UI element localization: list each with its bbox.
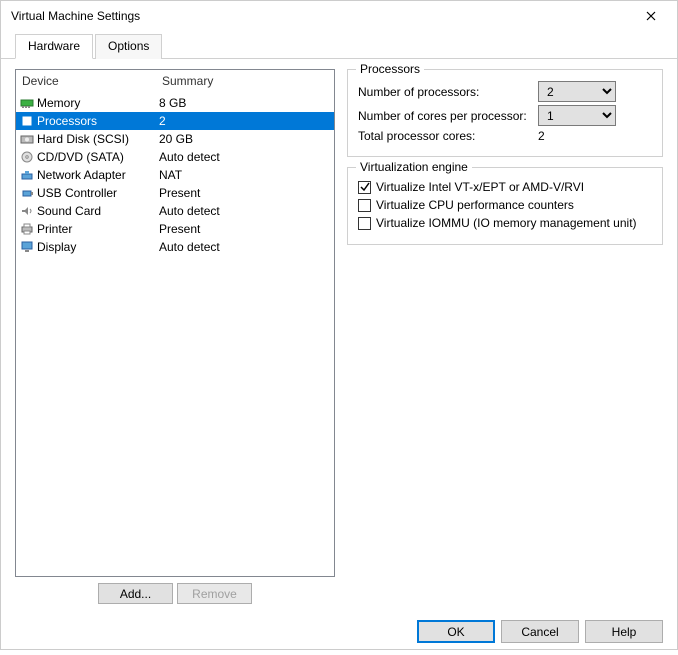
device-summary: Auto detect xyxy=(159,204,331,218)
help-button[interactable]: Help xyxy=(585,620,663,643)
tab-bar: Hardware Options xyxy=(1,33,677,59)
processors-group-title: Processors xyxy=(356,62,424,76)
device-summary: Auto detect xyxy=(159,150,331,164)
device-name: Network Adapter xyxy=(37,168,159,182)
virtualize-vtx-checkbox[interactable] xyxy=(358,181,371,194)
device-row[interactable]: Memory8 GB xyxy=(16,94,334,112)
dialog-footer: OK Cancel Help xyxy=(1,612,677,655)
num-processors-label: Number of processors: xyxy=(358,85,538,99)
device-row[interactable]: CD/DVD (SATA)Auto detect xyxy=(16,148,334,166)
device-buttons: Add... Remove xyxy=(15,583,335,604)
add-button[interactable]: Add... xyxy=(98,583,173,604)
tab-hardware[interactable]: Hardware xyxy=(15,34,93,59)
num-processors-select[interactable]: 2 xyxy=(538,81,616,102)
virtualize-iommu-label: Virtualize IOMMU (IO memory management u… xyxy=(376,216,637,230)
device-name: CD/DVD (SATA) xyxy=(37,150,159,164)
remove-button: Remove xyxy=(177,583,252,604)
content-area: Device Summary Memory8 GBProcessors2Hard… xyxy=(1,59,677,612)
device-name: Hard Disk (SCSI) xyxy=(37,132,159,146)
device-row[interactable]: Sound CardAuto detect xyxy=(16,202,334,220)
window-title: Virtual Machine Settings xyxy=(11,9,140,23)
titlebar: Virtual Machine Settings xyxy=(1,1,677,31)
device-row[interactable]: Hard Disk (SCSI)20 GB xyxy=(16,130,334,148)
net-icon xyxy=(19,168,35,182)
settings-pane: Processors Number of processors: 2 Numbe… xyxy=(347,69,663,604)
total-cores-label: Total processor cores: xyxy=(358,129,538,143)
device-row[interactable]: Network AdapterNAT xyxy=(16,166,334,184)
device-name: Memory xyxy=(37,96,159,110)
summary-column-header: Summary xyxy=(162,74,213,88)
virtualize-perf-label: Virtualize CPU performance counters xyxy=(376,198,574,212)
memory-icon xyxy=(19,96,35,110)
display-icon xyxy=(19,240,35,254)
device-row[interactable]: Processors2 xyxy=(16,112,334,130)
cd-icon xyxy=(19,150,35,164)
device-name: Printer xyxy=(37,222,159,236)
virtualization-group: Virtualization engine Virtualize Intel V… xyxy=(347,167,663,245)
device-summary: Auto detect xyxy=(159,240,331,254)
device-list[interactable]: Device Summary Memory8 GBProcessors2Hard… xyxy=(15,69,335,577)
cores-per-processor-label: Number of cores per processor: xyxy=(358,109,538,123)
cpu-icon xyxy=(19,114,35,128)
device-summary: 20 GB xyxy=(159,132,331,146)
device-row[interactable]: PrinterPresent xyxy=(16,220,334,238)
device-list-header: Device Summary xyxy=(16,70,334,94)
device-summary: 2 xyxy=(159,114,331,128)
virtualize-vtx-label: Virtualize Intel VT-x/EPT or AMD-V/RVI xyxy=(376,180,584,194)
hardware-pane: Device Summary Memory8 GBProcessors2Hard… xyxy=(15,69,335,604)
printer-icon xyxy=(19,222,35,236)
total-cores-value: 2 xyxy=(538,129,545,143)
device-summary: 8 GB xyxy=(159,96,331,110)
processors-group: Processors Number of processors: 2 Numbe… xyxy=(347,69,663,157)
hdd-icon xyxy=(19,132,35,146)
tab-options[interactable]: Options xyxy=(95,34,162,59)
sound-icon xyxy=(19,204,35,218)
virtualize-iommu-checkbox[interactable] xyxy=(358,217,371,230)
device-row[interactable]: USB ControllerPresent xyxy=(16,184,334,202)
device-name: USB Controller xyxy=(37,186,159,200)
virtualization-group-title: Virtualization engine xyxy=(356,160,472,174)
device-name: Display xyxy=(37,240,159,254)
cores-per-processor-select[interactable]: 1 xyxy=(538,105,616,126)
device-summary: Present xyxy=(159,222,331,236)
cancel-button[interactable]: Cancel xyxy=(501,620,579,643)
virtualize-perf-checkbox[interactable] xyxy=(358,199,371,212)
device-name: Sound Card xyxy=(37,204,159,218)
device-row[interactable]: DisplayAuto detect xyxy=(16,238,334,256)
close-button[interactable] xyxy=(628,2,673,30)
device-summary: NAT xyxy=(159,168,331,182)
device-column-header: Device xyxy=(22,74,162,88)
device-name: Processors xyxy=(37,114,159,128)
device-summary: Present xyxy=(159,186,331,200)
close-icon xyxy=(646,11,656,21)
ok-button[interactable]: OK xyxy=(417,620,495,643)
usb-icon xyxy=(19,186,35,200)
